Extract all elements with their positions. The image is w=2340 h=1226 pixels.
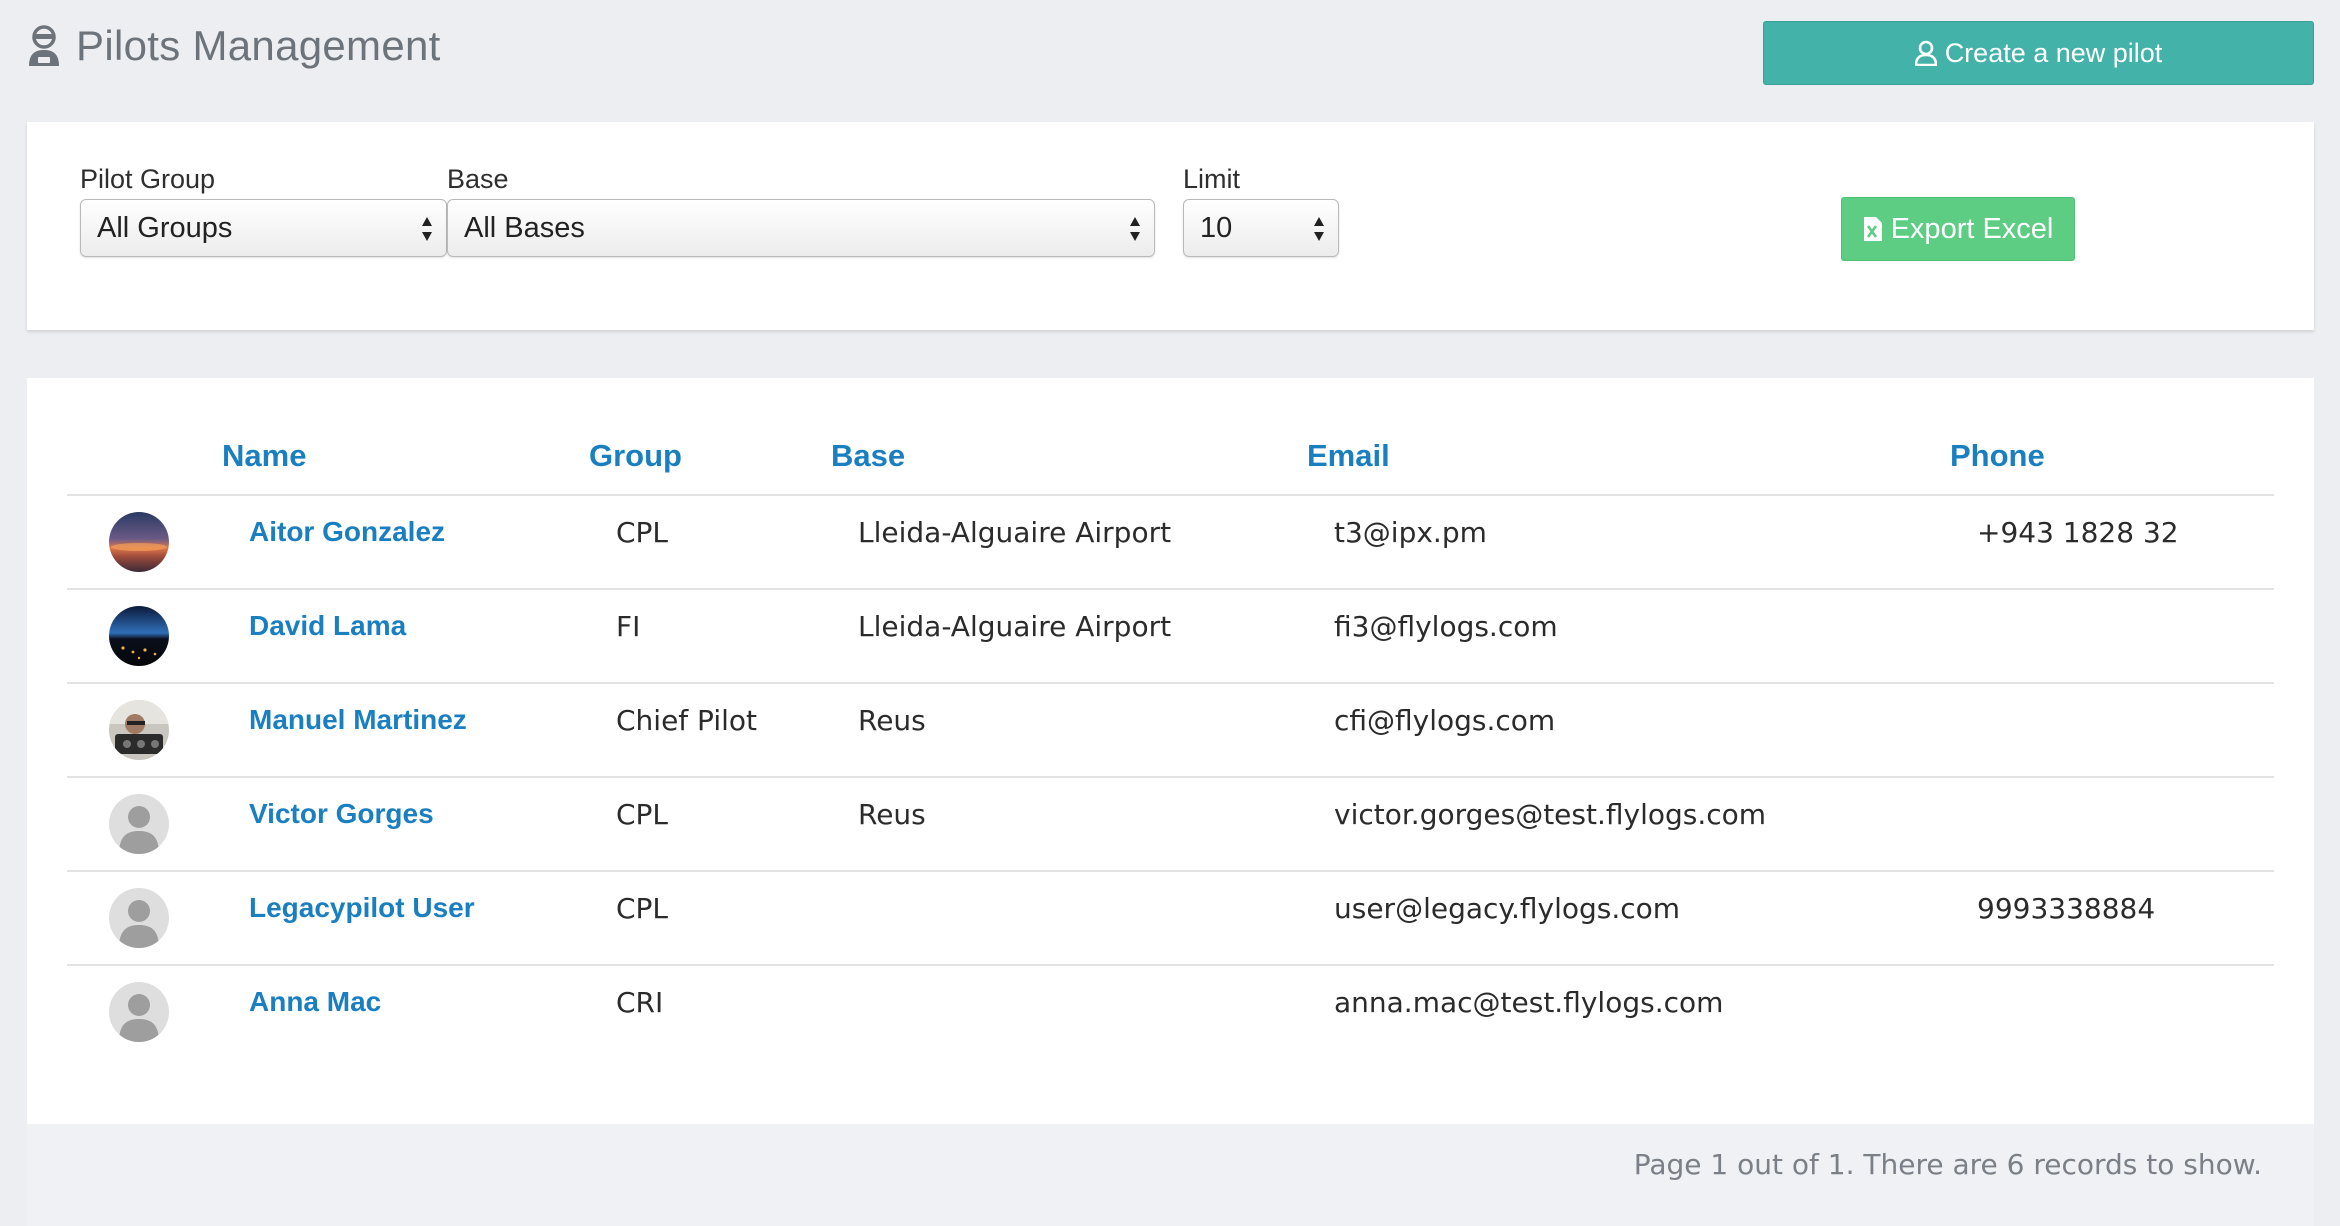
- pilot-name-link[interactable]: Victor Gorges: [249, 798, 434, 830]
- create-pilot-label: Create a new pilot: [1944, 37, 2163, 68]
- avatar-photo-night: [109, 606, 169, 666]
- pilot-group-value: All Groups: [97, 211, 233, 244]
- pilot-icon: [29, 25, 59, 66]
- limit-value: 10: [1200, 211, 1233, 244]
- select-arrows-icon: [1314, 217, 1324, 241]
- filter-panel: Pilot Group All Groups Base All Bases Li…: [27, 122, 2314, 330]
- avatar[interactable]: [109, 888, 169, 948]
- column-header-name[interactable]: Name: [222, 438, 306, 474]
- pilot-name-link[interactable]: Aitor Gonzalez: [249, 516, 445, 548]
- pilot-email: anna.mac@test.flylogs.com: [1334, 986, 1724, 1019]
- table-row: Anna Mac CRI anna.mac@test.flylogs.com: [67, 966, 2274, 1060]
- avatar[interactable]: [109, 512, 169, 572]
- default-user-icon: [109, 888, 169, 948]
- pagination-summary: Page 1 out of 1. There are 6 records to …: [1633, 1148, 2262, 1181]
- pilot-group: Chief Pilot: [616, 704, 757, 737]
- pilot-phone: +943 1828 32: [1977, 516, 2179, 549]
- table-row: Victor Gorges CPL Reus victor.gorges@tes…: [67, 778, 2274, 872]
- base-value: All Bases: [464, 211, 585, 244]
- pilot-base: Reus: [858, 704, 926, 737]
- create-pilot-button[interactable]: Create a new pilot: [1763, 21, 2314, 85]
- export-excel-button[interactable]: Export Excel: [1841, 197, 2075, 261]
- avatar[interactable]: [109, 794, 169, 854]
- pilot-name-link[interactable]: Legacypilot User: [249, 892, 475, 924]
- column-header-email[interactable]: Email: [1307, 438, 1390, 474]
- pilot-name-link[interactable]: Manuel Martinez: [249, 704, 467, 736]
- column-header-group[interactable]: Group: [589, 438, 682, 474]
- select-arrows-icon: [1130, 217, 1140, 241]
- avatar[interactable]: [109, 606, 169, 666]
- column-header-phone[interactable]: Phone: [1950, 438, 2045, 474]
- excel-file-icon: [1863, 217, 1882, 241]
- pilot-group: CRI: [616, 986, 664, 1019]
- pilot-name-link[interactable]: Anna Mac: [249, 986, 381, 1018]
- pilot-email: t3@ipx.pm: [1334, 516, 1487, 549]
- default-user-icon: [109, 794, 169, 854]
- pilot-base: Reus: [858, 798, 926, 831]
- pilot-group: CPL: [616, 798, 669, 831]
- pilot-group: FI: [616, 610, 641, 643]
- pilot-base: Lleida-Alguaire Airport: [858, 610, 1172, 643]
- select-arrows-icon: [422, 217, 432, 241]
- pilot-base: Lleida-Alguaire Airport: [858, 516, 1172, 549]
- base-select[interactable]: All Bases: [447, 199, 1155, 257]
- pilot-group: CPL: [616, 516, 669, 549]
- pilot-phone: 9993338884: [1977, 892, 2156, 925]
- pilot-group-select[interactable]: All Groups: [80, 199, 447, 257]
- page-title: Pilots Management: [26, 22, 441, 70]
- export-excel-label: Export Excel: [1890, 212, 2054, 245]
- table-row: David Lama FI Lleida-Alguaire Airport fi…: [67, 590, 2274, 684]
- pagination-footer: Page 1 out of 1. There are 6 records to …: [27, 1124, 2314, 1226]
- limit-select[interactable]: 10: [1183, 199, 1339, 257]
- avatar-photo-cockpit: [109, 700, 169, 760]
- pilots-table: Name Group Base Email Phone Aitor Gonzal…: [27, 378, 2314, 1124]
- avatar[interactable]: [109, 982, 169, 1042]
- avatar[interactable]: [109, 700, 169, 760]
- default-user-icon: [109, 982, 169, 1042]
- pilot-email: victor.gorges@test.flylogs.com: [1334, 798, 1767, 831]
- base-label: Base: [447, 164, 509, 194]
- pilot-email: cfi@flylogs.com: [1334, 704, 1556, 737]
- pilot-group: CPL: [616, 892, 669, 925]
- avatar-photo-sunset: [109, 512, 169, 572]
- pilot-group-label: Pilot Group: [80, 164, 216, 194]
- table-row: Legacypilot User CPL user@legacy.flylogs…: [67, 872, 2274, 966]
- pilot-email: fi3@flylogs.com: [1334, 610, 1558, 643]
- limit-label: Limit: [1183, 164, 1241, 194]
- table-row: Manuel Martinez Chief Pilot Reus cfi@fly…: [67, 684, 2274, 778]
- pilot-name-link[interactable]: David Lama: [249, 610, 406, 642]
- user-icon: [1914, 40, 1937, 66]
- table-row: Aitor Gonzalez CPL Lleida-Alguaire Airpo…: [67, 496, 2274, 590]
- column-header-base[interactable]: Base: [831, 438, 905, 474]
- page-title-text: Pilots Management: [76, 22, 441, 69]
- pilot-email: user@legacy.flylogs.com: [1334, 892, 1681, 925]
